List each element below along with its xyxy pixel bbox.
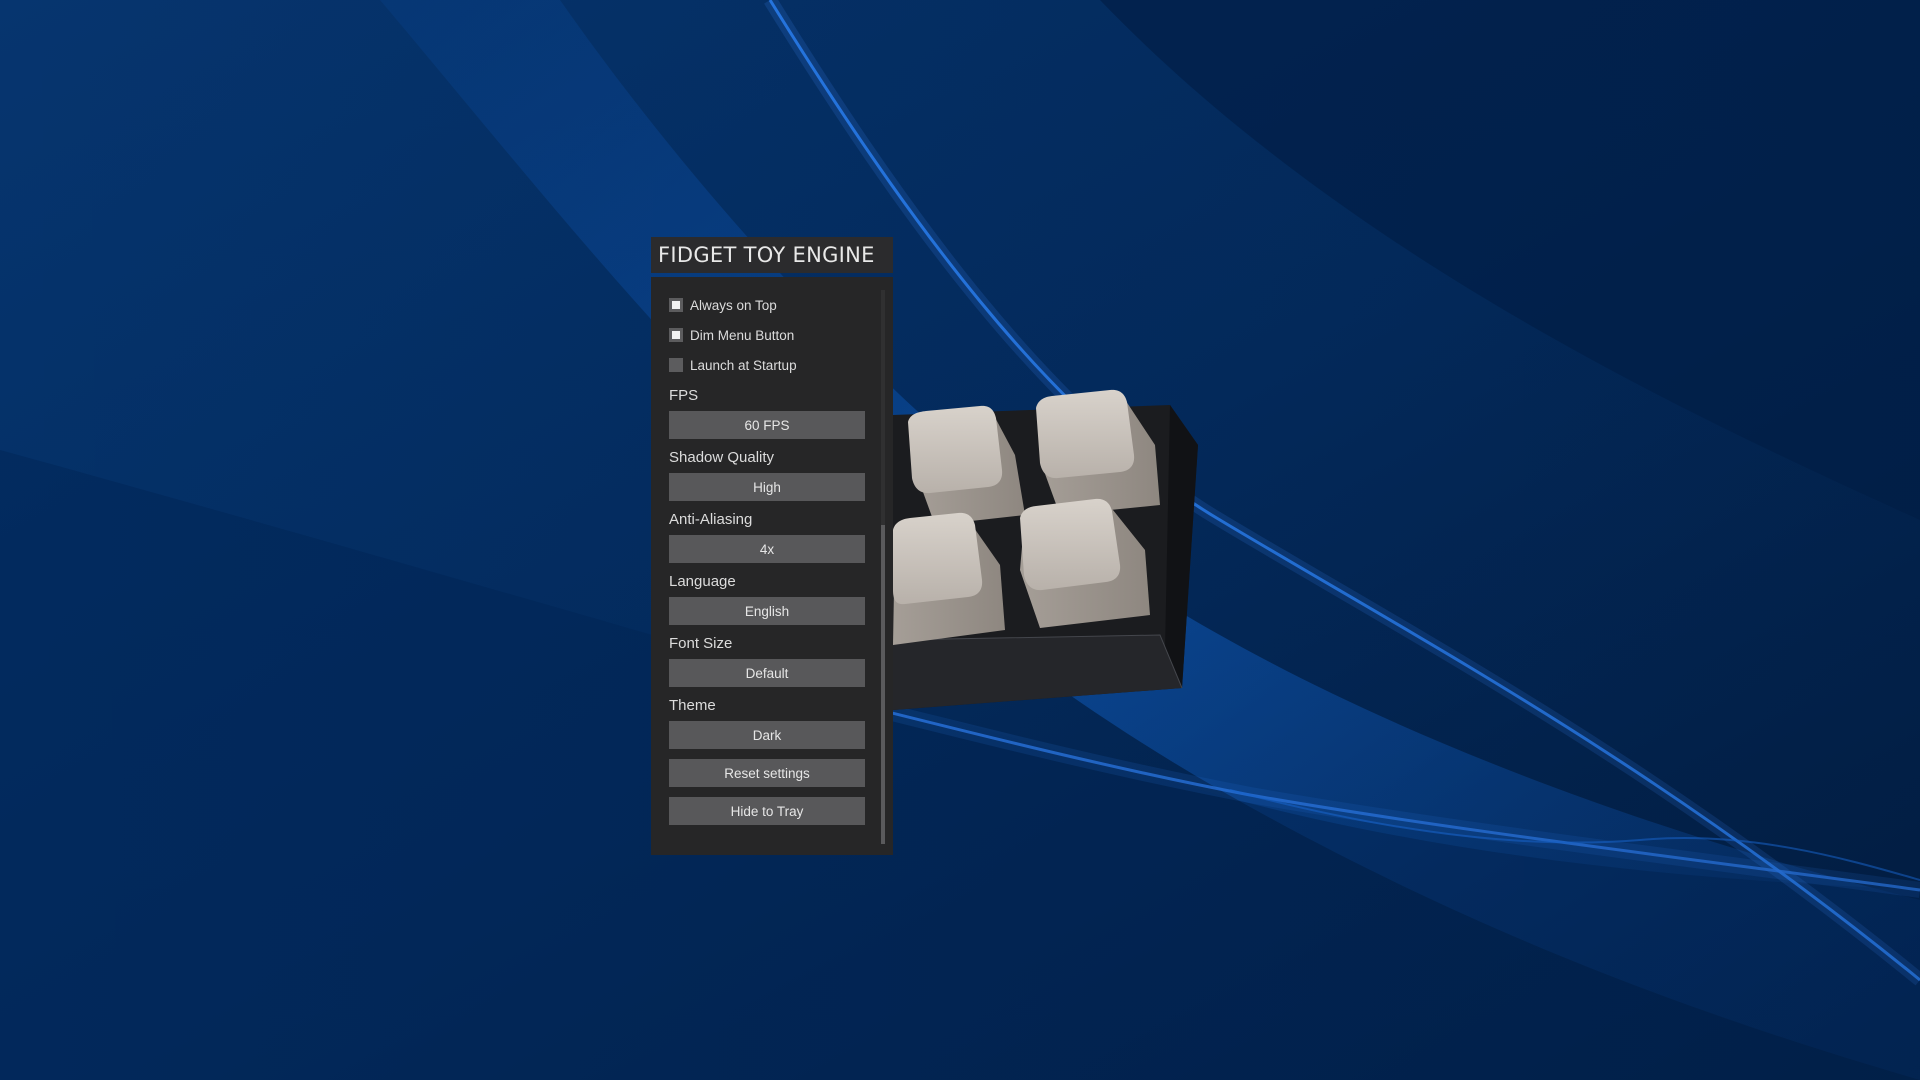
shadow-quality-select[interactable]: High xyxy=(669,473,865,501)
always-on-top-label: Always on Top xyxy=(690,297,777,313)
panel-title[interactable]: FIDGET TOY ENGINE xyxy=(651,237,893,273)
anti-aliasing-label: Anti-Aliasing xyxy=(669,511,753,528)
language-label: Language xyxy=(669,573,736,590)
font-size-label: Font Size xyxy=(669,635,733,652)
hide-to-tray-button[interactable]: Hide to Tray xyxy=(669,797,865,825)
checkbox-unchecked-icon[interactable] xyxy=(669,358,683,372)
checkbox-checked-icon[interactable] xyxy=(669,328,683,342)
dim-menu-button-label: Dim Menu Button xyxy=(690,327,795,343)
launch-at-startup-label: Launch at Startup xyxy=(690,357,797,373)
dim-menu-button-checkbox[interactable]: Dim Menu Button xyxy=(669,320,893,350)
font-size-select[interactable]: Default xyxy=(669,659,865,687)
fps-label: FPS xyxy=(669,387,699,404)
settings-list: Always on Top Dim Menu Button Launch at … xyxy=(651,277,893,855)
fps-select[interactable]: 60 FPS xyxy=(669,411,865,439)
language-select[interactable]: English xyxy=(669,597,865,625)
always-on-top-checkbox[interactable]: Always on Top xyxy=(669,290,893,320)
theme-label: Theme xyxy=(669,697,716,714)
anti-aliasing-select[interactable]: 4x xyxy=(669,535,865,563)
settings-panel: FIDGET TOY ENGINE Always on Top Dim Menu… xyxy=(651,237,893,855)
scrollbar-thumb[interactable] xyxy=(881,525,885,844)
checkbox-checked-icon[interactable] xyxy=(669,298,683,312)
reset-settings-button[interactable]: Reset settings xyxy=(669,759,865,787)
launch-at-startup-checkbox[interactable]: Launch at Startup xyxy=(669,350,893,380)
theme-select[interactable]: Dark xyxy=(669,721,865,749)
shadow-quality-label: Shadow Quality xyxy=(669,449,775,466)
scrollbar-track[interactable] xyxy=(881,290,885,844)
